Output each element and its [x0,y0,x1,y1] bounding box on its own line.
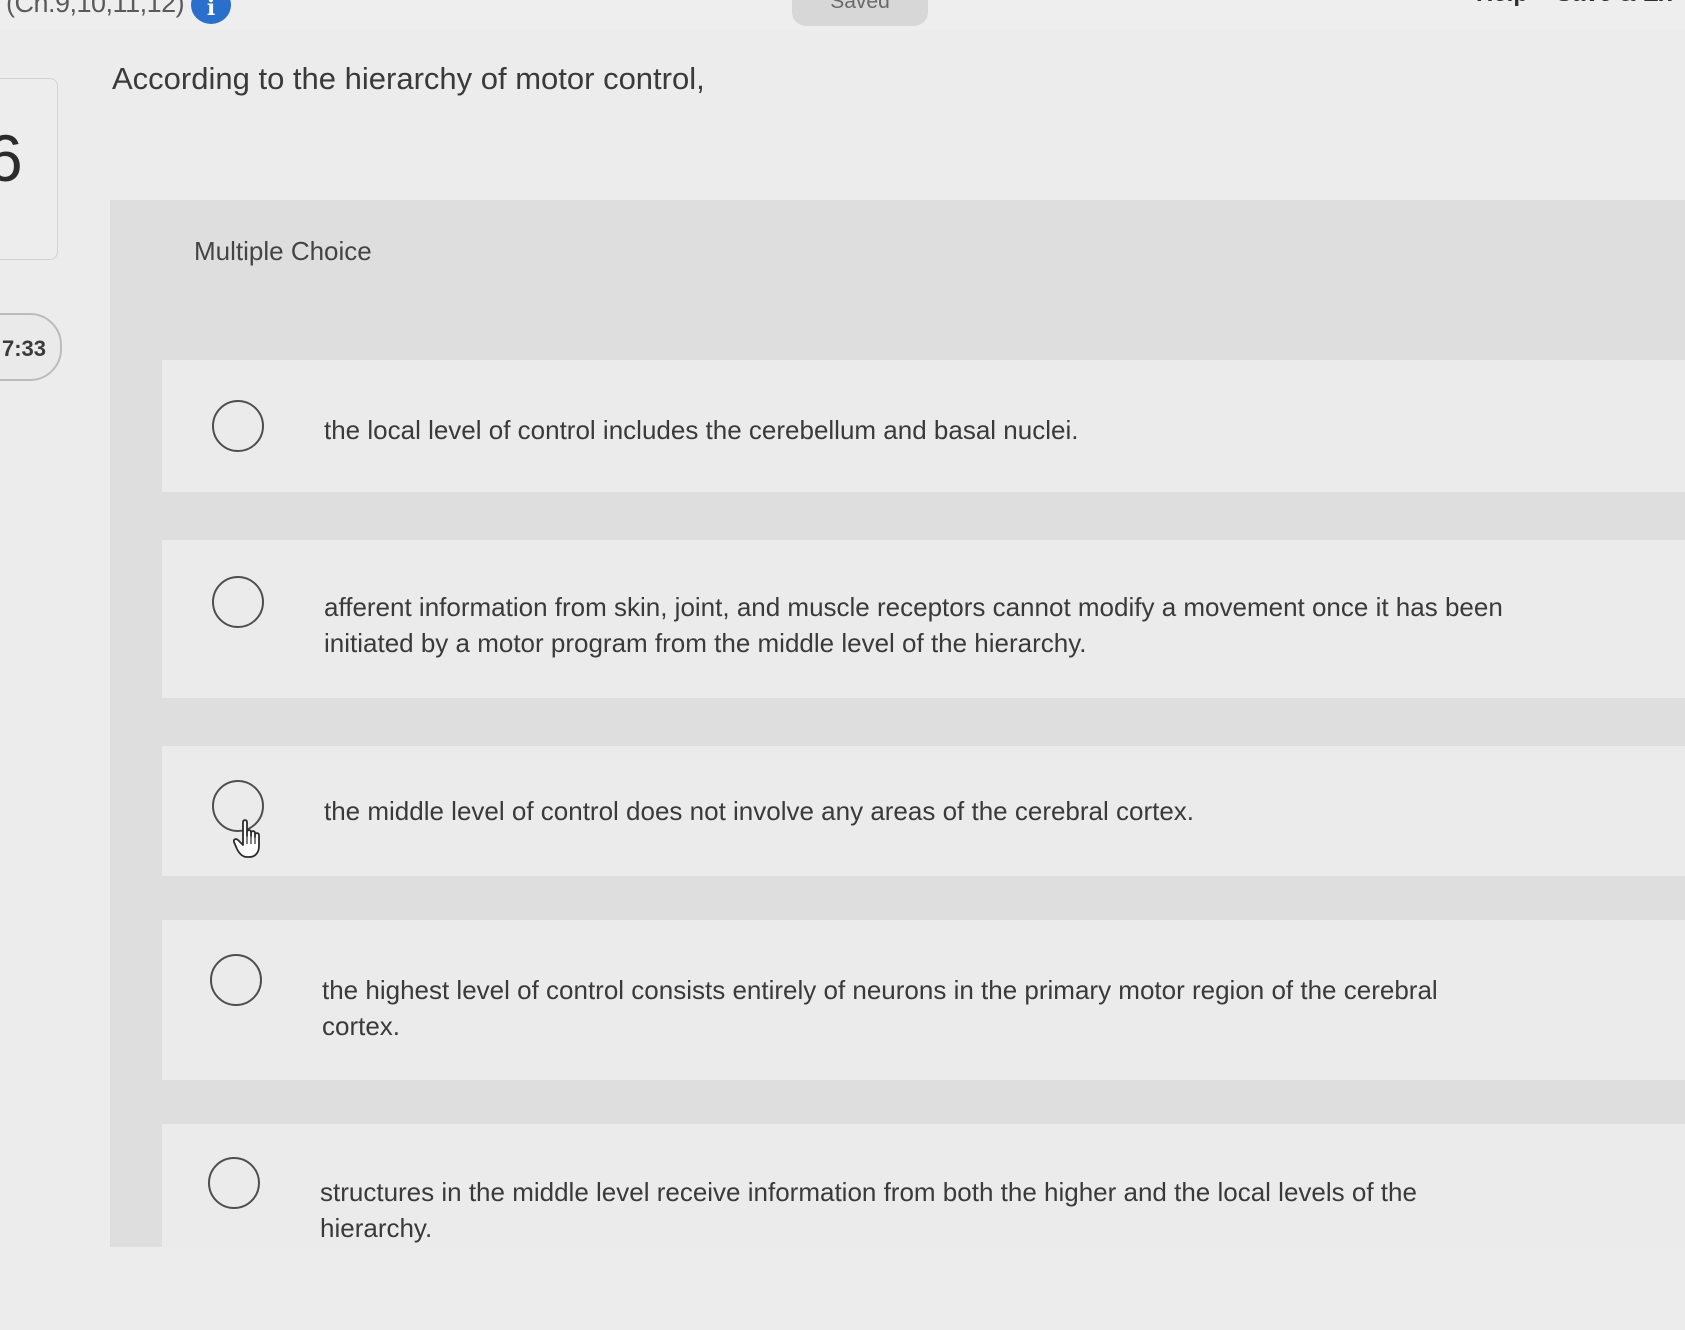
answer-option-text: the local level of control includes the … [324,415,1079,445]
radio-button[interactable] [212,576,264,628]
radio-button[interactable] [212,400,264,452]
radio-button[interactable] [208,1157,260,1209]
radio-button[interactable] [210,954,262,1006]
answer-option-text: afferent information from skin, joint, a… [324,592,1503,658]
course-title: (Ch.9,10,11,12) [6,0,185,18]
timer-text: 7:33 [2,336,47,361]
question-type-label: Multiple Choice [194,236,372,266]
question-prompt: According to the hierarchy of motor cont… [112,61,705,96]
answer-option-text: structures in the middle level receive i… [320,1177,1417,1243]
hand-pointer-icon [233,819,260,858]
question-number: 6 [0,121,23,195]
help-link[interactable]: Help [1476,0,1528,8]
answer-option-text: the highest level of control consists en… [322,975,1438,1041]
saved-status-badge: Saved [792,0,928,26]
answer-option-text: the middle level of control does not inv… [324,796,1195,826]
choices-panel [110,200,1685,1247]
save-exit-link[interactable]: Save & Ex [1556,0,1672,8]
